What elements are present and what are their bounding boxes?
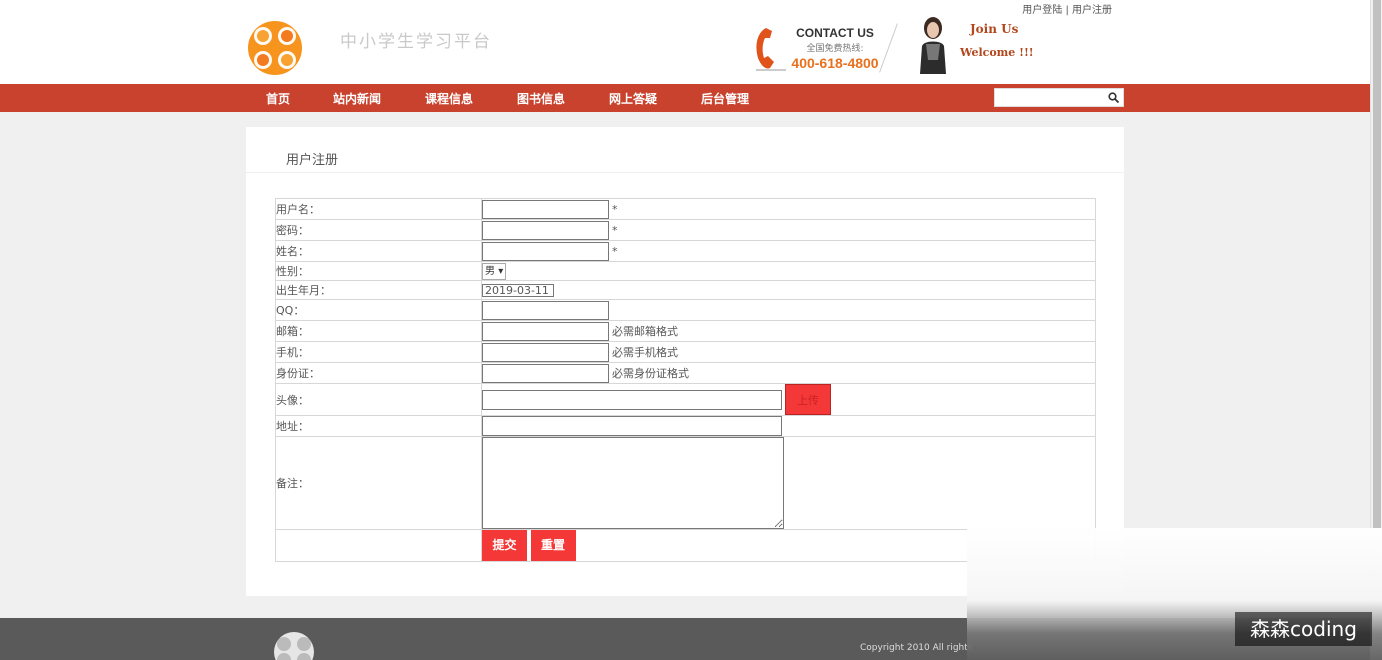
chevron-down-icon: ▾ bbox=[498, 265, 504, 277]
nav-item-admin[interactable]: 后台管理 bbox=[701, 90, 749, 107]
register-link[interactable]: 用户注册 bbox=[1072, 5, 1112, 16]
form-row-email: 邮箱： 必需邮箱格式 bbox=[275, 320, 1096, 342]
mobile-input[interactable] bbox=[482, 342, 609, 362]
register-panel: 用户注册 用户名： * 密码： * 姓名： * 性别： 男 ▾ 出生年月： 20… bbox=[246, 127, 1124, 596]
avatar-path-input[interactable] bbox=[482, 389, 782, 410]
realname-input[interactable] bbox=[482, 241, 609, 261]
nav-item-courses[interactable]: 课程信息 bbox=[425, 90, 473, 107]
address-label: 地址： bbox=[275, 415, 482, 437]
form-row-gender: 性别： 男 ▾ bbox=[275, 261, 1096, 281]
idcard-hint: 必需身份证格式 bbox=[612, 367, 689, 380]
form-row-avatar: 头像： 上传 bbox=[275, 383, 1096, 416]
search-input[interactable] bbox=[995, 89, 1105, 106]
search-icon[interactable] bbox=[1108, 92, 1119, 103]
page-title: 用户注册 bbox=[286, 153, 339, 168]
main-nav: 首页 站内新闻 课程信息 图书信息 网上答疑 后台管理 bbox=[0, 84, 1370, 112]
email-label: 邮箱： bbox=[275, 320, 482, 342]
form-row-realname: 姓名： * bbox=[275, 240, 1096, 262]
birthday-input[interactable]: 2019-03-11 bbox=[482, 283, 554, 297]
gender-select[interactable]: 男 ▾ bbox=[482, 262, 507, 280]
realname-label: 姓名： bbox=[275, 240, 482, 262]
title-divider bbox=[246, 172, 1124, 173]
site-header: 用户登陆 | 用户注册 中小学生学习平台 CONTACT US 全国免费热线: … bbox=[0, 0, 1370, 84]
qq-label: QQ： bbox=[275, 299, 482, 321]
contact-block: CONTACT US 全国免费热线: 400-618-4800 bbox=[790, 26, 880, 71]
gender-value: 男 bbox=[485, 265, 495, 277]
mobile-label: 手机： bbox=[275, 341, 482, 363]
contact-phone: 400-618-4800 bbox=[791, 55, 879, 71]
email-hint: 必需邮箱格式 bbox=[612, 325, 678, 338]
password-required-mark: * bbox=[612, 223, 618, 237]
username-label: 用户名： bbox=[275, 198, 482, 220]
form-row-birthday: 出生年月： 2019-03-11 bbox=[275, 280, 1096, 300]
form-row-qq: QQ： bbox=[275, 299, 1096, 321]
username-input[interactable] bbox=[482, 199, 609, 219]
password-label: 密码： bbox=[275, 219, 482, 241]
birthday-cell: 2019-03-11 bbox=[481, 280, 1096, 300]
nav-item-qa[interactable]: 网上答疑 bbox=[609, 90, 657, 107]
realname-cell: * bbox=[481, 240, 1096, 262]
email-cell: 必需邮箱格式 bbox=[481, 320, 1096, 342]
submit-button[interactable]: 提交 bbox=[482, 530, 527, 561]
avatar-cell: 上传 bbox=[481, 383, 1096, 416]
realname-required-mark: * bbox=[612, 244, 618, 258]
mobile-hint: 必需手机格式 bbox=[612, 346, 678, 359]
email-input[interactable] bbox=[482, 321, 609, 341]
qq-cell bbox=[481, 299, 1096, 321]
contact-subtitle: 全国免费热线: bbox=[806, 44, 864, 54]
address-cell bbox=[481, 415, 1096, 437]
nav-item-home[interactable]: 首页 bbox=[266, 90, 290, 107]
idcard-input[interactable] bbox=[482, 363, 609, 383]
scrollbar-thumb[interactable] bbox=[1373, 0, 1381, 528]
join-text: Join Us bbox=[970, 22, 1019, 36]
idcard-label: 身份证： bbox=[275, 362, 482, 384]
address-input[interactable] bbox=[482, 416, 782, 436]
site-title: 中小学生学习平台 bbox=[340, 32, 492, 52]
gender-cell: 男 ▾ bbox=[481, 261, 1096, 281]
phone-icon bbox=[756, 28, 786, 71]
form-row-mobile: 手机： 必需手机格式 bbox=[275, 341, 1096, 363]
username-cell: * bbox=[481, 198, 1096, 220]
password-cell: * bbox=[481, 219, 1096, 241]
form-row-idcard: 身份证： 必需身份证格式 bbox=[275, 362, 1096, 384]
birthday-label: 出生年月： bbox=[275, 280, 482, 300]
footer-logo bbox=[274, 632, 314, 660]
header-divider bbox=[879, 23, 898, 73]
nav-item-news[interactable]: 站内新闻 bbox=[333, 90, 381, 107]
avatar-label: 头像： bbox=[275, 383, 482, 416]
search-box bbox=[994, 88, 1124, 107]
remark-textarea[interactable] bbox=[482, 437, 784, 529]
form-row-username: 用户名： * bbox=[275, 198, 1096, 220]
form-row-address: 地址： bbox=[275, 415, 1096, 437]
welcome-text: Welcome !!! bbox=[960, 46, 1034, 59]
qq-input[interactable] bbox=[482, 300, 609, 320]
login-link[interactable]: 用户登陆 bbox=[1022, 5, 1062, 16]
form-row-remark: 备注： bbox=[275, 436, 1096, 530]
top-links: 用户登陆 | 用户注册 bbox=[1022, 1, 1112, 16]
mobile-cell: 必需手机格式 bbox=[481, 341, 1096, 363]
contact-title: CONTACT US bbox=[796, 26, 874, 40]
register-form: 用户名： * 密码： * 姓名： * 性别： 男 ▾ 出生年月： 2019-03… bbox=[275, 198, 1096, 562]
nav-item-books[interactable]: 图书信息 bbox=[517, 90, 565, 107]
idcard-cell: 必需身份证格式 bbox=[481, 362, 1096, 384]
username-required-mark: * bbox=[612, 202, 618, 216]
copyright-text: Copyright 2010 All rights bbox=[860, 643, 973, 653]
upload-button[interactable]: 上传 bbox=[785, 384, 831, 415]
remark-label: 备注： bbox=[275, 436, 482, 530]
link-separator: | bbox=[1065, 5, 1069, 16]
remark-cell bbox=[481, 436, 1096, 530]
actions-spacer bbox=[275, 529, 482, 562]
site-logo[interactable] bbox=[246, 20, 304, 76]
password-input[interactable] bbox=[482, 220, 609, 240]
woman-avatar-image bbox=[920, 17, 946, 74]
watermark: 森森coding bbox=[1235, 612, 1372, 646]
gender-label: 性别： bbox=[275, 261, 482, 281]
reset-button[interactable]: 重置 bbox=[530, 530, 576, 561]
join-block: Join Us Welcome !!! bbox=[960, 22, 1034, 59]
form-row-password: 密码： * bbox=[275, 219, 1096, 241]
